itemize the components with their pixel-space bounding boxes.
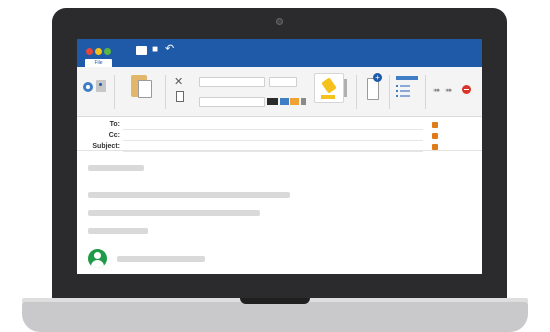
bold-button[interactable] [267, 98, 278, 105]
to-label: To: [109, 121, 120, 128]
laptop-lid: ■ ↶ File ✕ + ➠ ➠ To: Cc: Subject: [52, 8, 507, 304]
font-size-select[interactable] [269, 77, 297, 87]
bullet-dot [396, 85, 398, 87]
save-icon[interactable]: ■ [152, 44, 158, 56]
cc-field[interactable] [123, 131, 423, 141]
new-mail-icon[interactable] [83, 82, 93, 92]
minimize-window-dot[interactable] [95, 48, 102, 55]
body-placeholder-line [88, 165, 144, 171]
body-placeholder-line [88, 210, 260, 216]
ribbon-scroll-icon[interactable] [344, 79, 347, 97]
to-field[interactable] [123, 120, 423, 130]
arrow-right-icon[interactable]: ➠ [445, 86, 453, 95]
cut-icon[interactable]: ✕ [174, 77, 183, 88]
font-family-select[interactable] [199, 77, 265, 87]
address-book-icon[interactable] [96, 80, 106, 92]
ribbon-separator [165, 75, 166, 109]
cc-label: Cc: [108, 132, 120, 139]
style-select[interactable] [199, 97, 265, 107]
bulleted-list-icon[interactable] [396, 76, 418, 102]
format-dropdown-icon[interactable] [301, 98, 306, 105]
outlook-compose-window: ■ ↶ File ✕ + ➠ ➠ To: Cc: Subject: [77, 39, 482, 274]
laptop-base [22, 302, 528, 332]
body-placeholder-line [88, 228, 148, 234]
add-attachment-icon[interactable]: + [373, 73, 382, 82]
ribbon-separator [425, 75, 426, 109]
title-bar: ■ ↶ File [77, 39, 482, 68]
discard-icon[interactable] [462, 85, 471, 94]
signature-placeholder-line [117, 256, 205, 262]
undo-icon[interactable]: ↶ [165, 43, 174, 55]
arrow-left-icon[interactable]: ➠ [433, 86, 441, 95]
header-divider [77, 150, 482, 151]
mail-icon [136, 46, 147, 55]
body-placeholder-line [88, 192, 290, 198]
maximize-window-dot[interactable] [104, 48, 111, 55]
list-header-bar [396, 76, 418, 80]
laptop-hinge-notch [240, 298, 310, 304]
paste-icon[interactable] [131, 75, 152, 98]
avatar-shoulders [91, 260, 104, 268]
avatar-head [94, 252, 101, 259]
highlight-color-swatch[interactable] [290, 98, 299, 105]
font-color-swatch[interactable] [280, 98, 289, 105]
bullet-dot [396, 90, 398, 92]
cc-address-book-icon[interactable] [432, 133, 438, 139]
ribbon-toolbar: ✕ + ➠ ➠ [77, 67, 482, 117]
list-line [400, 95, 410, 97]
avatar [88, 249, 107, 268]
bullet-dot [396, 95, 398, 97]
to-address-book-icon[interactable] [432, 122, 438, 128]
webcam [276, 18, 283, 25]
ribbon-separator [389, 75, 390, 109]
ribbon-separator [114, 75, 115, 109]
highlighter-icon[interactable] [314, 73, 344, 103]
copy-icon[interactable] [176, 91, 184, 102]
close-window-dot[interactable] [86, 48, 93, 55]
list-line [400, 85, 410, 87]
list-line [400, 90, 410, 92]
ribbon-separator [356, 75, 357, 109]
